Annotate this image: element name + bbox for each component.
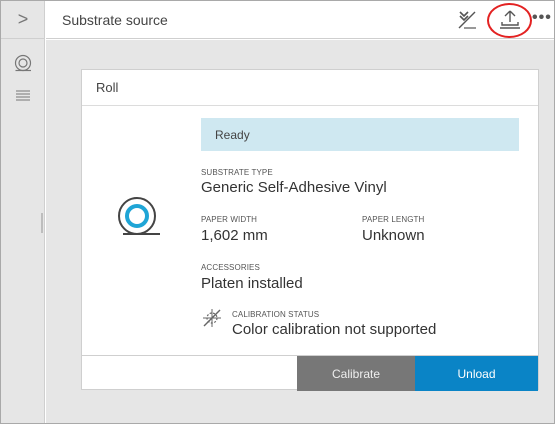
calibration-not-supported-icon [203,309,221,327]
calibrate-button[interactable]: Calibrate [297,356,415,391]
card-actions: Calibrate Unload [82,355,538,391]
paper-length-value: Unknown [362,227,425,244]
accessories-label: ACCESSORIES [201,263,260,272]
accessories-value: Platen installed [201,275,303,292]
calibration-status-value: Color calibration not supported [232,321,437,338]
roll-card: Roll Ready SUBSTRATE TYPE Generic Self-A… [81,69,539,391]
sidebar-item-roll[interactable] [1,51,45,75]
sidebar-resize-handle[interactable] [41,213,43,233]
roll-icon [118,197,160,235]
chevron-right-icon: > [17,9,29,29]
more-options-icon[interactable]: ••• [532,9,552,27]
paper-width-label: PAPER WIDTH [201,215,258,224]
status-text: Ready [215,128,250,142]
roll-icon [14,54,32,72]
card-title: Roll [96,80,119,95]
paper-length-label: PAPER LENGTH [362,215,425,224]
page-title: Substrate source [62,12,168,28]
edit-substrate-icon[interactable] [456,9,478,31]
content-area: Roll Ready SUBSTRATE TYPE Generic Self-A… [46,40,554,423]
sidebar-item-sheet[interactable] [1,85,45,105]
calibration-status-label: CALIBRATION STATUS [232,310,320,319]
paper-width-value: 1,602 mm [201,227,268,244]
substrate-type-value: Generic Self-Adhesive Vinyl [201,179,387,196]
sheet-stack-icon [16,90,30,101]
substrate-type-label: SUBSTRATE TYPE [201,168,273,177]
card-header: Roll [82,70,538,106]
status-banner: Ready [201,118,519,151]
sidebar: > [1,1,45,423]
unload-button[interactable]: Unload [415,356,538,391]
header-bar: Substrate source ••• [46,1,554,39]
highlight-circle [487,3,532,38]
sidebar-expand-button[interactable]: > [1,1,45,39]
